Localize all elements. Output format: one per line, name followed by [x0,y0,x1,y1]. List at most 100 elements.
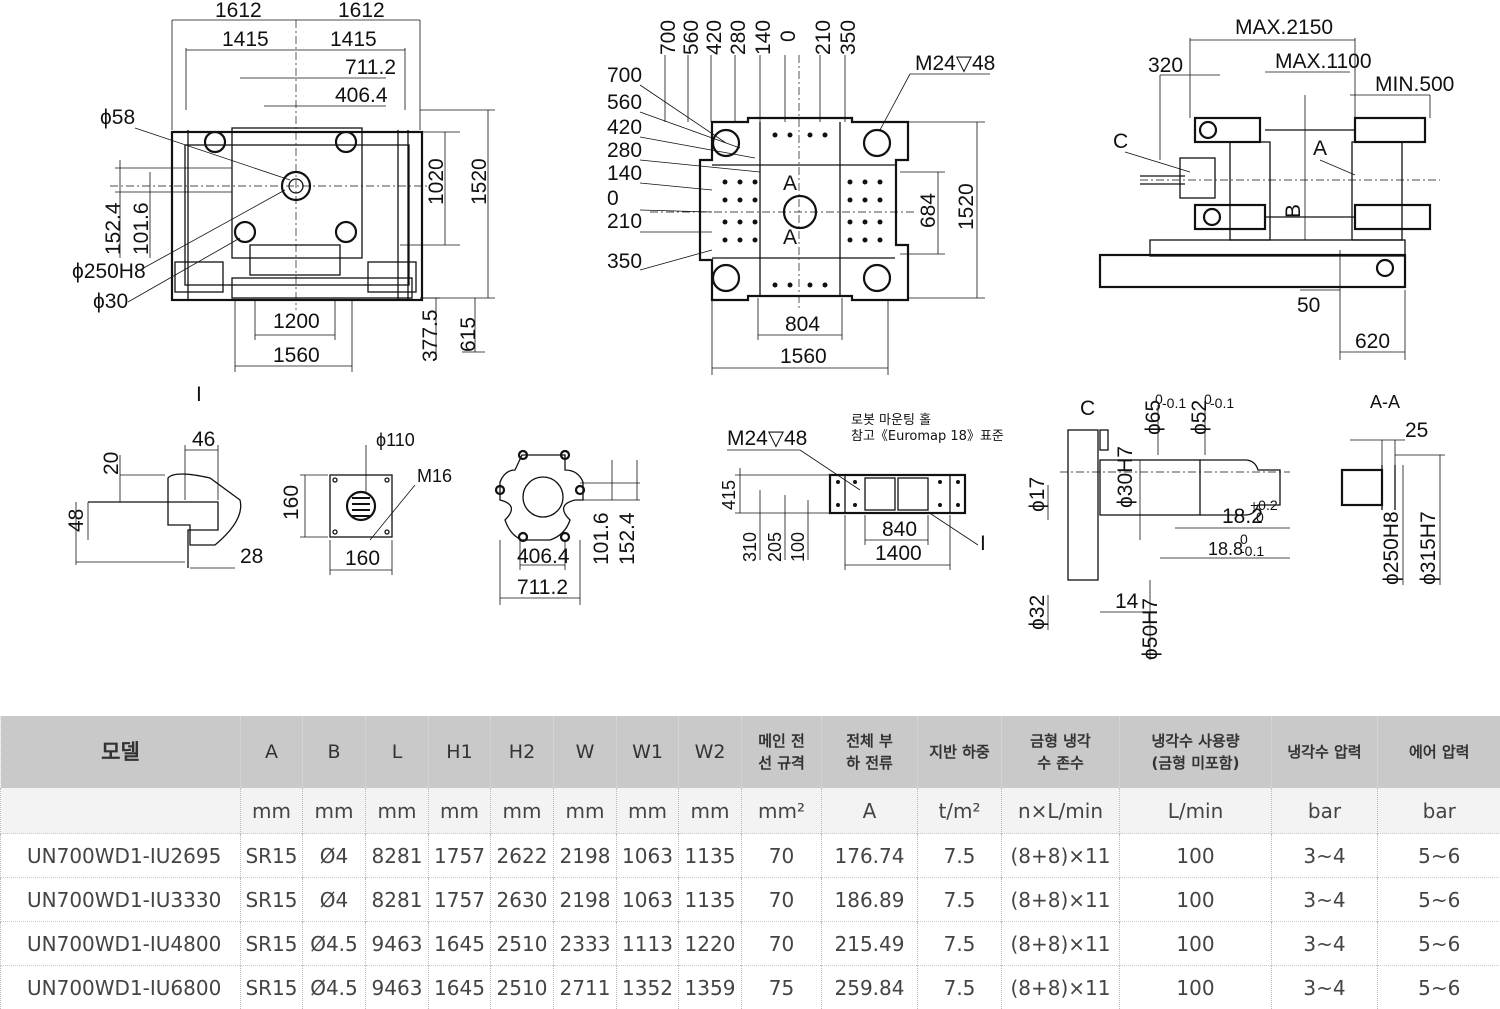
header-cell: W2 [679,716,742,788]
unit-cell: mm [679,788,742,834]
table-cell: 2198 [554,878,617,922]
svg-text:152.4: 152.4 [616,512,639,565]
svg-text:560: 560 [680,20,703,55]
svg-text:ϕ32: ϕ32 [1026,595,1049,630]
unit-cell: mm [429,788,491,834]
side-view: MAX.2150 320 MAX.1100 MIN.500 C A B 50 6… [1100,16,1454,360]
svg-text:160: 160 [345,547,380,570]
unit-cell: t/m² [918,788,1002,834]
table-cell: 9463 [366,922,429,966]
unit-cell: mm² [742,788,822,834]
svg-text:377.5: 377.5 [419,309,442,362]
svg-text:1200: 1200 [273,310,320,333]
svg-text:210: 210 [812,20,835,55]
svg-text:C: C [1113,130,1128,153]
detail-I: 46 20 48 28 [65,428,263,568]
svg-text:700: 700 [607,64,642,87]
unit-cell: mm [303,788,366,834]
table-cell: 1352 [617,966,679,1009]
table-cell: 1135 [679,878,742,922]
header-cell: 냉각수 압력 [1272,716,1378,788]
table-cell: (8+8)×11 [1002,834,1120,878]
detail-C: C ϕ65 0 -0.1 ϕ52 0 -0.1 ϕ17 ϕ30H7 18.2 +… [1026,391,1290,660]
unit-cell: mm [491,788,554,834]
svg-text:700: 700 [657,20,680,55]
svg-text:ϕ17: ϕ17 [1026,477,1049,512]
table-cell: 5~6 [1378,834,1500,878]
table-cell: 75 [742,966,822,1009]
table-cell: 3~4 [1272,922,1378,966]
header-cell: 에어 압력 [1378,716,1500,788]
svg-text:350: 350 [837,20,860,55]
model-cell: UN700WD1-IU6800 [1,966,241,1009]
table-row: UN700WD1-IU4800SR15Ø4.594631645251023331… [1,922,1500,966]
svg-text:25: 25 [1405,419,1428,442]
table-cell: SR15 [241,834,303,878]
table-cell: 5~6 [1378,878,1500,922]
svg-text:ϕ58: ϕ58 [100,106,135,129]
spec-table: 모델ABLH1H2WW1W2메인 전선 규격전체 부하 전류지반 하중금형 냉각… [0,716,1500,1009]
svg-text:406.4: 406.4 [335,84,388,107]
svg-text:M24▽48: M24▽48 [915,52,995,75]
svg-text:140: 140 [607,162,642,185]
table-cell: Ø4.5 [303,922,366,966]
table-cell: 8281 [366,878,429,922]
model-cell: UN700WD1-IU2695 [1,834,241,878]
table-cell: (8+8)×11 [1002,966,1120,1009]
svg-text:711.2: 711.2 [345,56,396,79]
unit-cell: mm [241,788,303,834]
header-cell: 금형 냉각수 존수 [1002,716,1120,788]
svg-text:I: I [196,383,202,406]
svg-text:620: 620 [1355,330,1390,353]
svg-text:ϕ315H7: ϕ315H7 [1417,511,1440,585]
svg-text:1520: 1520 [468,158,491,205]
svg-text:420: 420 [703,20,726,55]
unit-cell: L/min [1120,788,1272,834]
table-cell: Ø4 [303,878,366,922]
svg-text:0: 0 [777,30,800,42]
unit-cell: mm [366,788,429,834]
svg-text:MAX.2150: MAX.2150 [1235,16,1333,39]
svg-text:ϕ30H7: ϕ30H7 [1114,446,1137,508]
svg-text:14: 14 [1115,590,1139,613]
unit-cell: bar [1378,788,1500,834]
technical-drawing: 1612 1612 1415 1415 711.2 406.4 ϕ58 1020… [0,0,1500,710]
header-cell: W1 [617,716,679,788]
svg-text:A: A [1313,137,1327,160]
table-row: UN700WD1-IU3330SR15Ø48281175726302198106… [1,878,1500,922]
table-cell: 7.5 [918,834,1002,878]
table-cell: 1113 [617,922,679,966]
platen-view: 700 560 420 280 140 0 210 350 M24▽48 700… [607,20,995,375]
table-cell: 9463 [366,966,429,1009]
table-cell: 1063 [617,834,679,878]
table-cell: 100 [1120,834,1272,878]
svg-text:로봇 마운팅 홀: 로봇 마운팅 홀 [851,413,931,428]
table-cell: 2711 [554,966,617,1009]
svg-text:18.8: 18.8 [1208,539,1243,559]
model-cell: UN700WD1-IU4800 [1,922,241,966]
svg-text:100: 100 [788,532,808,562]
table-cell: 2630 [491,878,554,922]
table-cell: Ø4.5 [303,966,366,1009]
unit-cell: mm [554,788,617,834]
table-cell: 186.89 [822,878,918,922]
svg-text:0: 0 [1256,509,1264,525]
svg-text:152.4: 152.4 [102,202,125,255]
svg-text:415: 415 [719,480,739,510]
svg-text:1415: 1415 [222,28,269,51]
table-cell: 1220 [679,922,742,966]
table-cell: 1063 [617,878,679,922]
table-cell: Ø4 [303,834,366,878]
table-cell: 100 [1120,966,1272,1009]
table-cell: 5~6 [1378,922,1500,966]
header-cell: 지반 하중 [918,716,1002,788]
table-cell: 1757 [429,834,491,878]
units-row: mmmmmmmmmmmmmmmmmm²At/m²n×L/minL/minbarb… [1,788,1500,834]
table-cell: (8+8)×11 [1002,922,1120,966]
svg-text:420: 420 [607,116,642,139]
svg-text:0: 0 [607,187,619,210]
svg-text:350: 350 [607,250,642,273]
svg-text:MIN.500: MIN.500 [1375,73,1454,96]
detail-AA: A-A 25 ϕ250H8 ϕ315H7 [1342,392,1445,585]
table-cell: 259.84 [822,966,918,1009]
